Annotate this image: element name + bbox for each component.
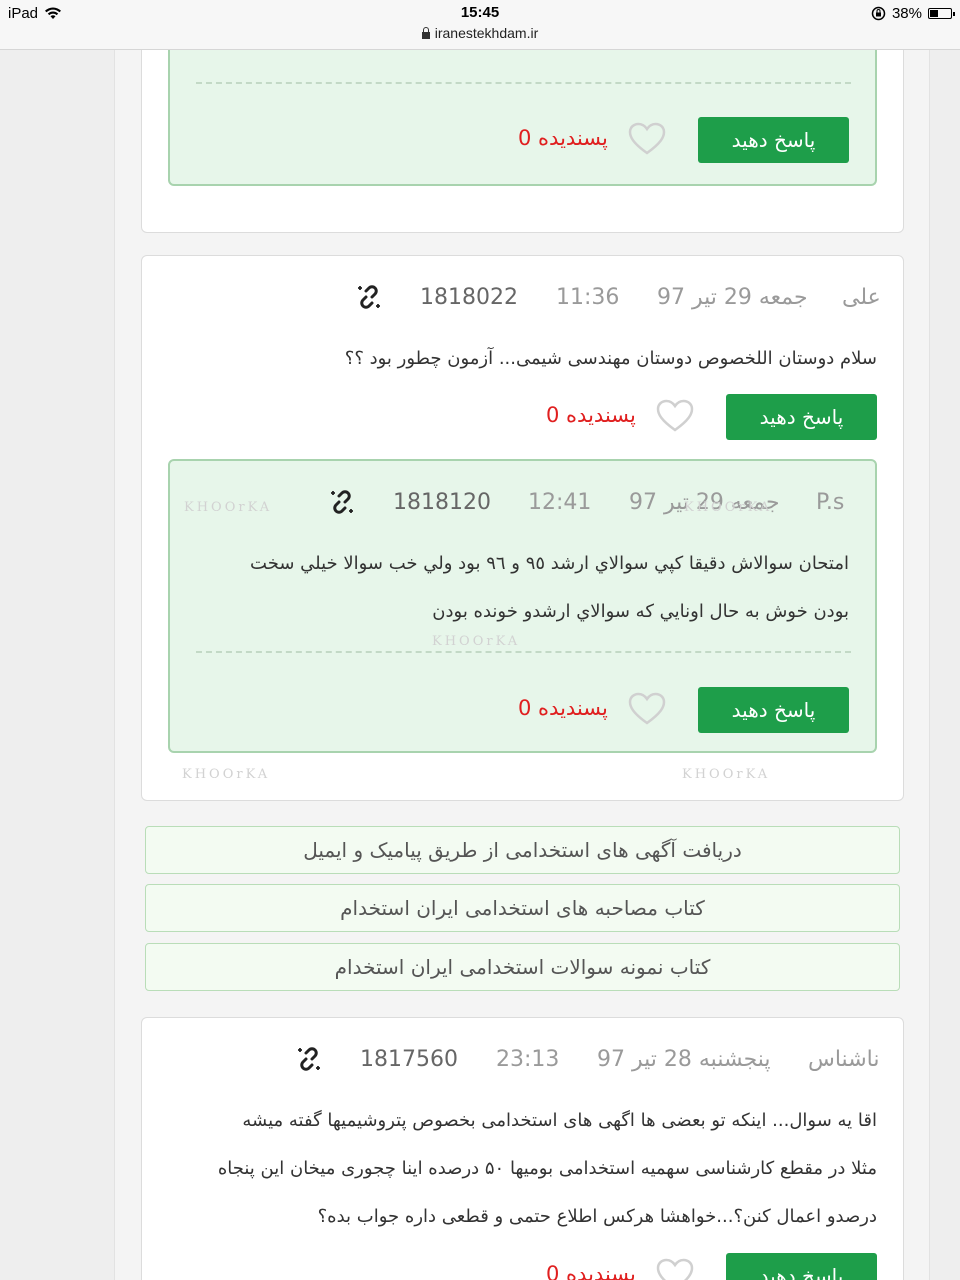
comment-text-line: درصدو اعمال کنن؟...خواهشا هرکس اطلاع حتم…	[317, 1206, 877, 1227]
comment-id: 1817560	[360, 1047, 458, 1072]
promo-link-sample-questions-book[interactable]: کتاب نمونه سوالات استخدامی ایران استخدام	[145, 943, 900, 991]
promo-link-sms[interactable]: دریافت آگهی های استخدامی از طریق پیامیک …	[145, 826, 900, 874]
comment-id: 1818022	[420, 285, 518, 310]
reply-text-line: بودن خوش به حال اونايي که سوالاي ارشدو خ…	[432, 601, 849, 622]
address-bar[interactable]: iranestekhdam.ir	[0, 25, 960, 41]
watermark: KHOOrKA	[184, 500, 273, 515]
heart-icon[interactable]	[628, 692, 666, 726]
watermark: KHOOrKA	[182, 767, 271, 782]
reply-text-line: امتحان سوالاش دقيقا کپي سوالاي ارشد ٩٥ و…	[250, 553, 849, 574]
battery-percent: 38%	[891, 5, 922, 22]
url-text: iranestekhdam.ir	[434, 25, 539, 41]
comment-text-line: اقا یه سوال... اینکه تو بعضی ها اگهی های…	[242, 1110, 877, 1131]
broken-link-icon[interactable]	[329, 489, 355, 515]
status-right: 38%	[871, 5, 955, 22]
watermark: KHOOrKA	[682, 767, 771, 782]
like-count: 0 پسندیده	[518, 696, 608, 720]
battery-icon	[928, 8, 955, 19]
like-count: 0 پسندیده	[518, 126, 608, 150]
like-count: 0 پسندیده	[546, 403, 636, 427]
comment-card: ناشناس پنجشنبه 28 تیر 97 23:13 1817560 ا…	[141, 1017, 904, 1280]
watermark: KHOOrKA	[684, 500, 773, 515]
reply-author: P.s	[816, 490, 845, 515]
reply-button[interactable]: پاسخ دهید	[698, 687, 849, 733]
comment-author: ناشناس	[808, 1047, 880, 1072]
comment-time: 11:36	[556, 285, 620, 310]
like-count: 0 پسندیده	[546, 1262, 636, 1280]
heart-icon[interactable]	[628, 122, 666, 156]
comment-date: جمعه 29 تیر 97	[657, 285, 808, 310]
reply-button[interactable]: پاسخ دهید	[698, 117, 849, 163]
broken-link-icon[interactable]	[296, 1046, 322, 1072]
comment-date: پنجشنبه 28 تیر 97	[597, 1047, 771, 1072]
reply-button[interactable]: پاسخ دهید	[726, 1253, 877, 1280]
promo-link-interview-book[interactable]: کتاب مصاحبه های استخدامی ایران استخدام	[145, 884, 900, 932]
lock-icon	[421, 27, 430, 39]
reply-time: 12:41	[528, 490, 592, 515]
broken-link-icon[interactable]	[356, 284, 382, 310]
clock: 15:45	[460, 4, 500, 21]
comment-author: علی	[842, 285, 881, 310]
divider	[196, 82, 851, 84]
heart-icon[interactable]	[656, 399, 694, 433]
divider	[196, 651, 851, 653]
comment-text: سلام دوستان اللخصوص دوستان مهندسی شیمی..…	[344, 348, 877, 369]
comment-text-line: مثلا در مقطع کارشناسی سهمیه استخدامی بوم…	[217, 1158, 877, 1179]
orientation-lock-icon	[871, 6, 886, 21]
reply-id: 1818120	[393, 490, 491, 515]
heart-icon[interactable]	[656, 1258, 694, 1280]
reply-button[interactable]: پاسخ دهید	[726, 394, 877, 440]
comment-time: 23:13	[496, 1047, 560, 1072]
ios-status-bar: iPad 15:45 iranestekhdam.ir 38%	[0, 0, 960, 50]
watermark: KHOOrKA	[432, 634, 521, 649]
